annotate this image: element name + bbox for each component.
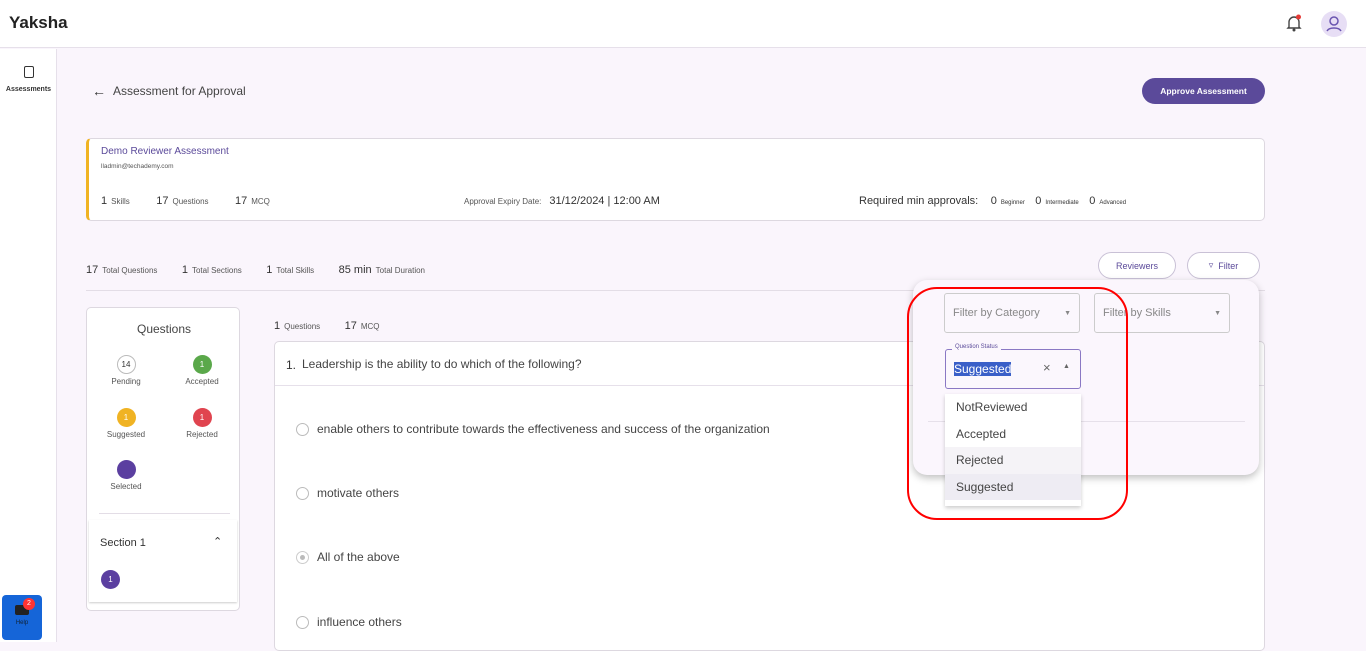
- assessment-name[interactable]: Demo Reviewer Assessment: [101, 146, 229, 157]
- radio-button[interactable]: [296, 616, 309, 630]
- legend-rejected: 1 Rejected: [172, 408, 232, 439]
- question-count-label: Questions: [284, 322, 321, 331]
- approval-label: Advanced: [1099, 200, 1127, 206]
- legend-label: Rejected: [186, 430, 218, 439]
- option-text: motivate others: [317, 486, 400, 500]
- reviewers-button[interactable]: Reviewers: [1098, 252, 1176, 279]
- section-1-header[interactable]: Section 1 ⌃ 1: [89, 520, 237, 602]
- option-4[interactable]: influence others: [296, 615, 402, 630]
- total-label: Total Questions: [102, 266, 158, 275]
- approval-value: 0: [990, 195, 997, 207]
- assessment-counts: 1 Skills 17 Questions 17 MCQ: [101, 191, 270, 209]
- suggested-count: 1: [116, 408, 136, 427]
- back-arrow-icon[interactable]: ←: [92, 83, 106, 99]
- legend-label: Pending: [111, 377, 141, 386]
- skills-count: 1: [101, 195, 108, 207]
- total-label: Total Sections: [191, 266, 242, 275]
- total-value: 17: [86, 264, 99, 276]
- radio-button-selected[interactable]: [296, 551, 309, 565]
- help-button[interactable]: Help 2: [2, 595, 42, 640]
- approval-label: Beginner: [1000, 200, 1025, 206]
- option-1[interactable]: enable others to contribute towards the …: [296, 422, 770, 437]
- legend-selected: Selected: [96, 460, 156, 491]
- total-label: Total Skills: [276, 266, 315, 275]
- filter-label: Filter: [1218, 260, 1239, 271]
- sidebar-item-label: Assessments: [5, 86, 52, 93]
- questions-panel: Questions 14 Pending 1 Accepted 1 Suggested…: [86, 307, 240, 611]
- legend-label: Accepted: [185, 377, 219, 386]
- section-label: Section 1: [100, 537, 146, 549]
- sidebar-item-assessments[interactable]: Assessments: [0, 66, 57, 93]
- expiry-label: Approval Expiry Date:: [464, 197, 542, 206]
- app-logo: Yaksha: [9, 13, 68, 32]
- user-avatar[interactable]: [1321, 11, 1347, 37]
- required-approvals: Required min approvals: 0 Beginner 0 Inter…: [859, 191, 1126, 209]
- highlight-annotation: [907, 287, 1128, 520]
- approvals-label: Required min approvals:: [859, 195, 979, 207]
- radio-button[interactable]: [296, 487, 309, 501]
- totals-row: 17 Total Questions 1 Total Sections 1 Total…: [86, 260, 425, 278]
- clipboard-icon: [23, 66, 34, 78]
- option-text: enable others to contribute towards the …: [317, 422, 770, 436]
- mcq-label: MCQ: [251, 197, 270, 206]
- reviewers-label: Reviewers: [1115, 260, 1158, 271]
- divider: [99, 513, 230, 514]
- option-2[interactable]: motivate others: [296, 486, 400, 501]
- questions-count: 17: [156, 195, 169, 207]
- assessment-email: lladmin@techademy.com: [101, 163, 174, 170]
- dropdown-arrow-icon: ▼: [1214, 309, 1221, 317]
- total-value: 1: [181, 264, 188, 276]
- filter-icon: ▿: [1208, 260, 1214, 270]
- question-text: Leadership is the ability to do which of…: [302, 357, 582, 371]
- question-meta: 1 Questions 17 MCQ: [274, 316, 380, 334]
- pending-count: 14: [116, 355, 136, 374]
- rejected-count: 1: [192, 408, 212, 427]
- expiry-value: 31/12/2024 | 12:00 AM: [549, 195, 660, 207]
- approval-value: 0: [1035, 195, 1042, 207]
- questions-label: Questions: [172, 197, 209, 206]
- legend-accepted: 1 Accepted: [172, 355, 232, 386]
- question-nav-1[interactable]: 1: [101, 570, 120, 589]
- total-label: Total Duration: [375, 266, 425, 275]
- legend-label: Suggested: [106, 430, 146, 439]
- mcq-count: 17: [344, 320, 357, 332]
- notification-bell-icon[interactable]: [1286, 14, 1302, 32]
- approval-expiry: Approval Expiry Date: 31/12/2024 | 12:00 …: [464, 191, 660, 209]
- legend-suggested: 1 Suggested: [96, 408, 156, 439]
- chevron-up-icon[interactable]: ⌃: [213, 535, 222, 548]
- top-bar: [0, 0, 1366, 48]
- total-value: 1: [266, 264, 273, 276]
- question-count: 1: [274, 320, 281, 332]
- approval-label: Intermediate: [1045, 200, 1079, 206]
- help-label: Help: [15, 620, 29, 626]
- approval-value: 0: [1089, 195, 1096, 207]
- radio-button[interactable]: [296, 423, 309, 437]
- option-text: influence others: [317, 615, 402, 629]
- questions-panel-title: Questions: [136, 322, 192, 336]
- approve-assessment-button[interactable]: Approve Assessment: [1142, 78, 1265, 104]
- sidebar: [0, 49, 57, 642]
- option-3[interactable]: All of the above: [296, 550, 400, 565]
- skills-label: Skills: [111, 197, 130, 206]
- filter-button[interactable]: ▿ Filter: [1187, 252, 1260, 279]
- option-text: All of the above: [317, 550, 400, 564]
- page-title: Assessment for Approval: [113, 84, 246, 98]
- legend-pending: 14 Pending: [96, 355, 156, 386]
- accepted-count: 1: [192, 355, 212, 374]
- question-number: 1.: [286, 358, 297, 372]
- assessment-summary-card: Demo Reviewer Assessment lladmin@techade…: [86, 138, 1265, 221]
- legend-label: Selected: [110, 482, 142, 491]
- mcq-count: 17: [234, 195, 248, 207]
- help-badge: 2: [23, 598, 35, 610]
- mcq-label: MCQ: [360, 322, 380, 331]
- total-value: 85 min: [338, 264, 372, 276]
